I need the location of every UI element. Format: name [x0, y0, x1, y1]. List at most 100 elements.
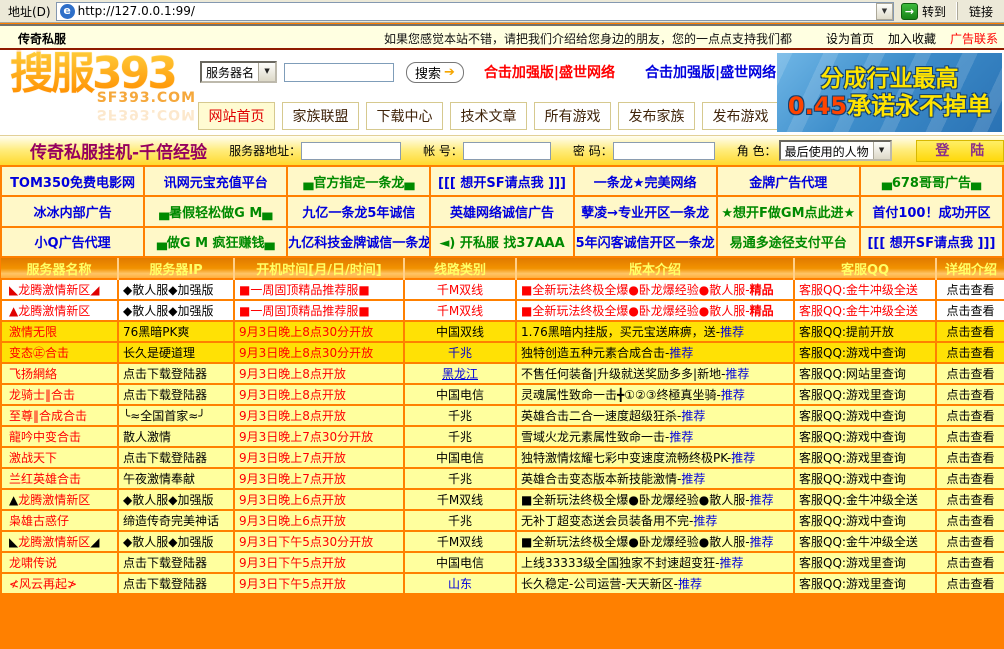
- server-name-cell[interactable]: 激战天下: [1, 447, 118, 468]
- server-ip-cell: 缔造传奇完美神话: [118, 510, 234, 531]
- column-header-5: 客服QQ: [794, 258, 936, 279]
- topbar-link-0[interactable]: 设为首页: [826, 30, 874, 47]
- version-cell[interactable]: 长久稳定-公司运营-天天新区-推荐: [516, 573, 794, 594]
- server-name-cell[interactable]: 至尊‖合成合击: [1, 405, 118, 426]
- login-button[interactable]: 登 陆: [916, 140, 1004, 162]
- ad-link[interactable]: 首付100！成功开区: [860, 196, 1003, 226]
- version-cell[interactable]: ■全新玩法终极全爆●卧龙爆经验●散人服-推荐: [516, 489, 794, 510]
- ad-link[interactable]: [[[ 想开SF请点我 ]]]: [430, 166, 573, 196]
- open-time-cell: 9月3日晚上6点开放: [234, 489, 404, 510]
- detail-link-cell[interactable]: 点击查看: [936, 552, 1004, 573]
- site-logo[interactable]: 搜服393 SF393.COM SF393.COM: [10, 52, 196, 122]
- ad-link[interactable]: TOM350免费电影网: [1, 166, 144, 196]
- server-name-cell[interactable]: ≮风云再起≯: [1, 573, 118, 594]
- version-cell[interactable]: 英雄合击变态版本新技能激情-推荐: [516, 468, 794, 489]
- ad-link[interactable]: 冰冰内部广告: [1, 196, 144, 226]
- detail-link-cell[interactable]: 点击查看: [936, 531, 1004, 552]
- nav-tab-4[interactable]: 所有游戏: [534, 102, 611, 130]
- ad-link[interactable]: 易通多途径支付平台: [717, 227, 860, 257]
- cell-text: 雪域火龙元素属性致命一击-: [521, 430, 669, 444]
- server-name-cell[interactable]: 龙骑士‖合击: [1, 384, 118, 405]
- cell-text: 千兆: [448, 409, 472, 423]
- nav-tab-5[interactable]: 发布家族: [618, 102, 695, 130]
- server-name-cell[interactable]: 飞扬網絡: [1, 363, 118, 384]
- address-field[interactable]: e ▼: [56, 2, 894, 21]
- detail-link-cell[interactable]: 点击查看: [936, 363, 1004, 384]
- detail-link-cell[interactable]: 点击查看: [936, 384, 1004, 405]
- server-name-cell[interactable]: 枭雄古惑仔: [1, 510, 118, 531]
- version-cell[interactable]: 1.76黑暗内挂版，买元宝送麻痹，送-推荐: [516, 321, 794, 342]
- detail-link-cell[interactable]: 点击查看: [936, 489, 1004, 510]
- version-cell[interactable]: 不售任何装备|升级就送奖励多多|新地-推荐: [516, 363, 794, 384]
- version-cell[interactable]: 独特创造五种元素合成合击-推荐: [516, 342, 794, 363]
- detail-link-cell[interactable]: 点击查看: [936, 447, 1004, 468]
- version-cell[interactable]: 雪域火龙元素属性致命一击-推荐: [516, 426, 794, 447]
- ad-link[interactable]: ▄做G M 疯狂赚钱▄: [144, 227, 287, 257]
- ad-link[interactable]: 九亿科技金牌诚信一条龙: [287, 227, 430, 257]
- promo-link-0[interactable]: 合击加强版|盛世网络: [484, 62, 615, 82]
- server-name-cell[interactable]: ◣龙腾激情新区◢: [1, 279, 118, 300]
- server-name-cell[interactable]: 龍吟中变合击: [1, 426, 118, 447]
- url-input[interactable]: [78, 4, 876, 18]
- server-name-cell[interactable]: 兰红英雄合击: [1, 468, 118, 489]
- ad-link[interactable]: 小Q广告代理: [1, 227, 144, 257]
- detail-link-cell[interactable]: 点击查看: [936, 300, 1004, 321]
- detail-link-cell[interactable]: 点击查看: [936, 342, 1004, 363]
- version-cell[interactable]: 英雄合击二合一速度超级狂杀-推荐: [516, 405, 794, 426]
- detail-link-cell[interactable]: 点击查看: [936, 321, 1004, 342]
- version-cell[interactable]: 无补丁超变态送会员装备用不完-推荐: [516, 510, 794, 531]
- ad-link[interactable]: ▄678哥哥广告▄: [860, 166, 1003, 196]
- detail-link-cell[interactable]: 点击查看: [936, 426, 1004, 447]
- account-input[interactable]: [463, 142, 551, 160]
- detail-link-cell[interactable]: 点击查看: [936, 573, 1004, 594]
- server-address-input[interactable]: [301, 142, 401, 160]
- nav-tab-3[interactable]: 技术文章: [450, 102, 527, 130]
- promo-link-1[interactable]: 合击加强版|盛世网络: [645, 62, 776, 82]
- version-cell[interactable]: ■全新玩法终极全爆●卧龙爆经验●散人服-推荐: [516, 531, 794, 552]
- go-button[interactable]: → 转到: [894, 1, 953, 22]
- ad-link[interactable]: 九亿一条龙5年诚信: [287, 196, 430, 226]
- ad-banner[interactable]: 分成行业最高 0.45承诺永不掉单: [777, 53, 1002, 132]
- search-button[interactable]: 搜索 ➔: [406, 62, 464, 83]
- links-toolbar[interactable]: 链接: [961, 3, 1001, 20]
- ad-link[interactable]: ▄官方指定一条龙▄: [287, 166, 430, 196]
- cell-text: 中国电信: [436, 451, 484, 465]
- address-dropdown-button[interactable]: ▼: [876, 3, 893, 20]
- ad-link[interactable]: 英雄网络诚信广告: [430, 196, 573, 226]
- ad-link[interactable]: 5年闪客诚信开区一条龙: [574, 227, 717, 257]
- version-cell[interactable]: ■全新玩法终极全爆●卧龙爆经验●散人服-精品: [516, 279, 794, 300]
- ad-link[interactable]: [[[ 想开SF请点我 ]]]: [860, 227, 1003, 257]
- password-input[interactable]: [613, 142, 715, 160]
- topbar-link-2[interactable]: 广告联系: [950, 30, 998, 47]
- detail-link-cell[interactable]: 点击查看: [936, 510, 1004, 531]
- version-cell[interactable]: ■全新玩法终极全爆●卧龙爆经验●散人服-精品: [516, 300, 794, 321]
- version-cell[interactable]: 灵魂属性致命一击╋①②③终極真坐骑-推荐: [516, 384, 794, 405]
- detail-link-cell[interactable]: 点击查看: [936, 468, 1004, 489]
- detail-link-cell[interactable]: 点击查看: [936, 279, 1004, 300]
- ad-link[interactable]: 金牌广告代理: [717, 166, 860, 196]
- nav-tab-6[interactable]: 发布游戏: [702, 102, 779, 130]
- ad-link[interactable]: ◄) 开私服 找37AAA: [430, 227, 573, 257]
- cell-text: 点击查看: [946, 304, 994, 318]
- ad-link[interactable]: 孽凌→专业开区一条龙: [574, 196, 717, 226]
- server-name-cell[interactable]: ▲龙腾激情新区: [1, 300, 118, 321]
- server-name-cell[interactable]: 变态㊣合击: [1, 342, 118, 363]
- ad-link[interactable]: 讯网元宝充值平台: [144, 166, 287, 196]
- nav-tab-1[interactable]: 家族联盟: [282, 102, 359, 130]
- server-name-cell[interactable]: 激情无限: [1, 321, 118, 342]
- search-input[interactable]: [284, 63, 394, 82]
- detail-link-cell[interactable]: 点击查看: [936, 405, 1004, 426]
- server-name-cell[interactable]: ◣龙腾激情新区◢: [1, 531, 118, 552]
- version-cell[interactable]: 上线33333级全国独家不封速超变狂-推荐: [516, 552, 794, 573]
- role-select[interactable]: 最后使用的人物 ▼: [779, 140, 892, 161]
- ad-link[interactable]: 一条龙★完美网络: [574, 166, 717, 196]
- nav-tab-0[interactable]: 网站首页: [198, 102, 275, 130]
- ad-link[interactable]: ▄暑假轻松做G M▄: [144, 196, 287, 226]
- server-name-cell[interactable]: ▲龙腾激情新区: [1, 489, 118, 510]
- ad-link[interactable]: ★想开F做GM点此进★: [717, 196, 860, 226]
- server-name-cell[interactable]: 龙啸传说: [1, 552, 118, 573]
- nav-tab-2[interactable]: 下载中心: [366, 102, 443, 130]
- version-cell[interactable]: 独特激情炫耀七彩中变速度流畅终极PK-推荐: [516, 447, 794, 468]
- search-category-select[interactable]: 服务器名 ▼: [200, 61, 277, 83]
- topbar-link-1[interactable]: 加入收藏: [888, 30, 936, 47]
